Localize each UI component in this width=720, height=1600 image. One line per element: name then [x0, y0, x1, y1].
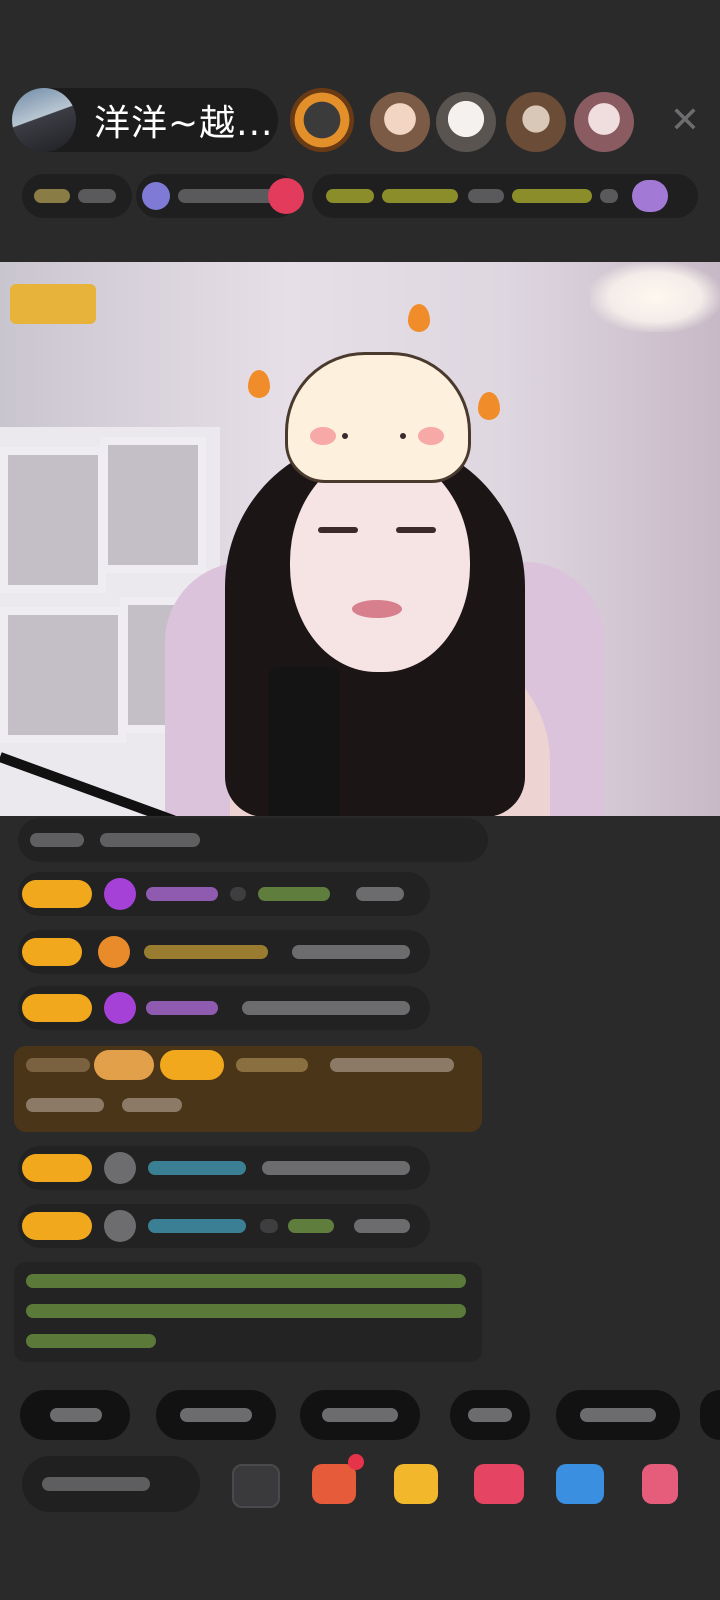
flame-icon [98, 936, 130, 968]
chat-message [18, 986, 430, 1030]
quick-reply-3[interactable] [300, 1390, 420, 1440]
level-badge [22, 1154, 92, 1182]
lamp [590, 262, 720, 332]
level-badge [22, 938, 82, 966]
viewer-avatar-3[interactable] [436, 92, 496, 152]
live-video[interactable] [0, 262, 720, 816]
rank-chip[interactable] [22, 174, 132, 218]
chat-message [18, 1146, 430, 1190]
more-icon[interactable] [642, 1464, 678, 1504]
info-row [22, 174, 698, 220]
guardian-badge[interactable] [10, 284, 96, 324]
quick-reply-5[interactable] [556, 1390, 680, 1440]
chat-message [18, 930, 430, 974]
avatar [104, 1152, 136, 1184]
level-badge [22, 994, 92, 1022]
quick-reply-4[interactable] [450, 1390, 530, 1440]
viewer-avatar-5[interactable] [574, 92, 634, 152]
system-notice [14, 1262, 482, 1362]
host-name: 洋洋~越... [94, 103, 274, 144]
quick-reply-6[interactable] [700, 1390, 720, 1440]
chat-message-highlight [14, 1046, 482, 1132]
host-pill[interactable]: 洋洋~越... [12, 88, 278, 152]
carrot-sticker-3 [478, 392, 500, 420]
heart-pack-icon[interactable] [474, 1464, 524, 1504]
carrot-sticker-2 [408, 304, 430, 332]
fries-icon[interactable] [394, 1464, 438, 1504]
gift-box-icon[interactable] [312, 1454, 364, 1504]
chat-message-system [18, 818, 488, 862]
bunny-sticker [285, 352, 471, 483]
level-badge [22, 1212, 92, 1240]
streamer-face [290, 452, 470, 672]
chat-message [18, 872, 430, 916]
level-badge [22, 880, 92, 908]
emoji-icon[interactable] [232, 1464, 280, 1508]
viewer-avatar-1[interactable] [290, 88, 354, 152]
quick-reply-1[interactable] [20, 1390, 130, 1440]
fan-club-chip[interactable] [312, 174, 698, 218]
microphone [268, 667, 340, 816]
gem-icon [104, 878, 136, 910]
carrot-sticker-1 [248, 370, 270, 398]
viewer-avatar-4[interactable] [506, 92, 566, 152]
viewer-avatar-2[interactable] [370, 92, 430, 152]
close-icon[interactable]: ✕ [668, 103, 702, 139]
chat-message [18, 1204, 430, 1248]
red-heart-icon[interactable] [268, 178, 304, 214]
avatar [104, 1210, 136, 1242]
gem-icon [104, 992, 136, 1024]
quick-reply-2[interactable] [156, 1390, 276, 1440]
game-icon[interactable] [556, 1464, 604, 1504]
comment-input[interactable] [22, 1456, 200, 1512]
host-avatar[interactable] [12, 88, 76, 152]
